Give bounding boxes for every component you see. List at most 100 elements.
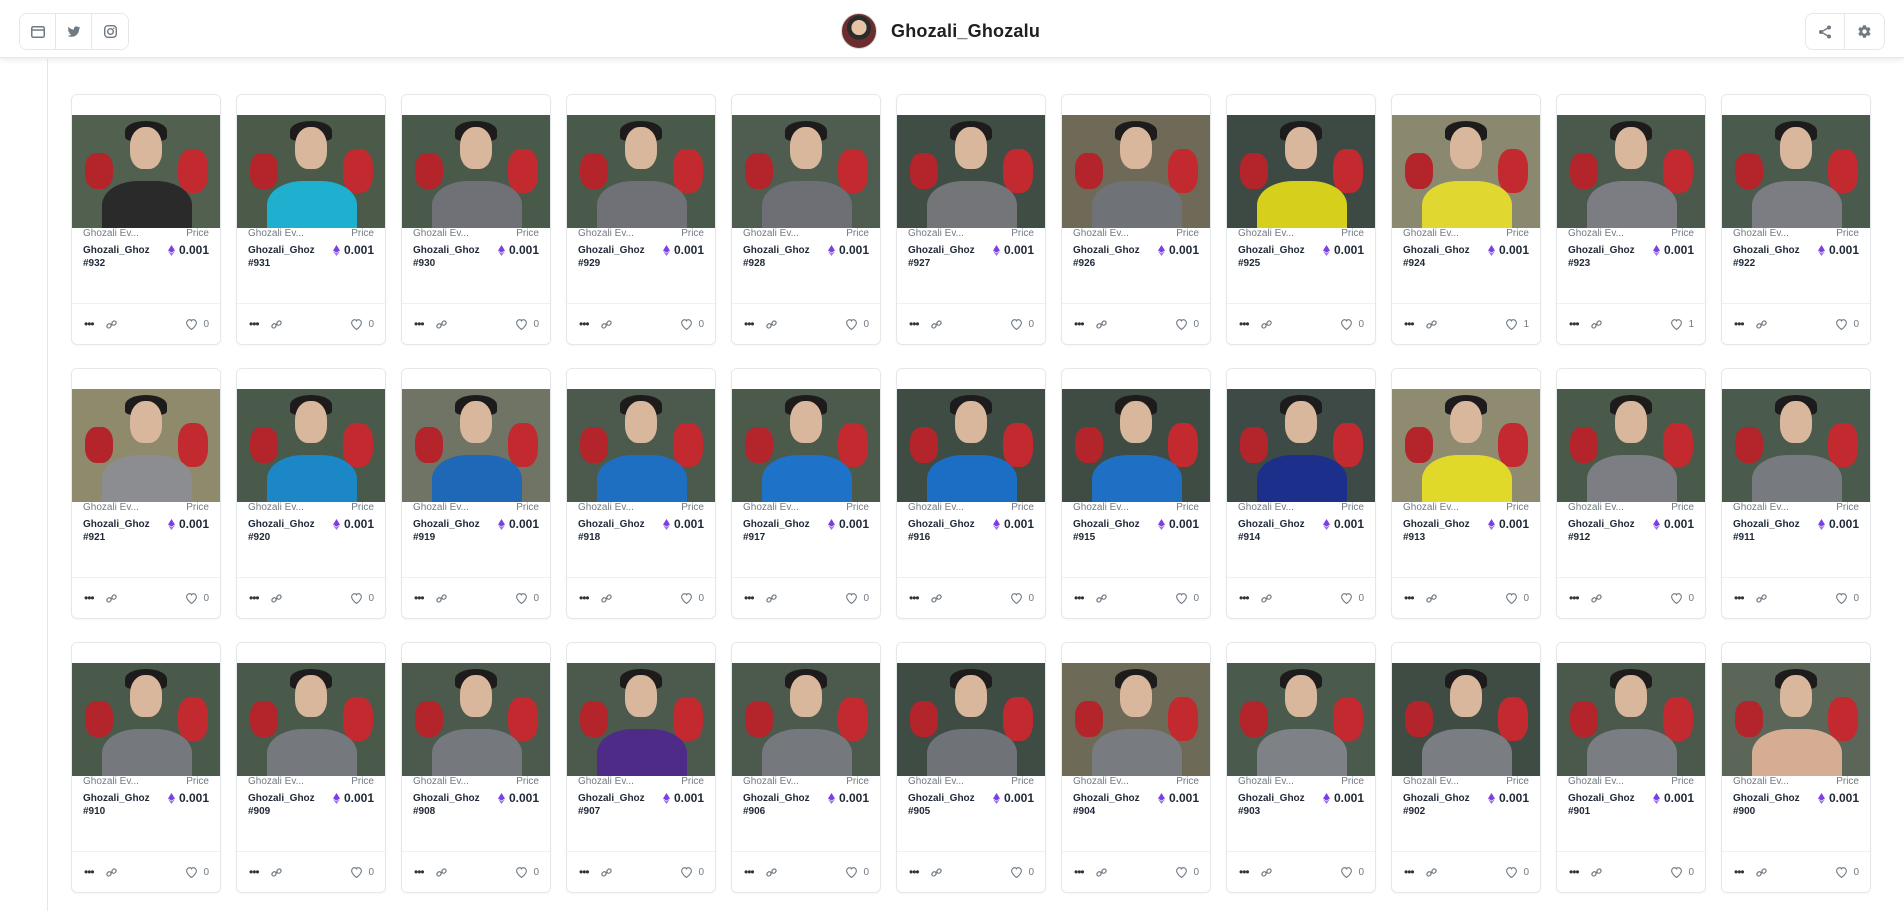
- creator-name[interactable]: Ghozali Ev...: [1073, 776, 1129, 790]
- nft-image[interactable]: [237, 115, 385, 228]
- more-options-icon[interactable]: •••: [1404, 865, 1415, 879]
- nft-image[interactable]: [1392, 389, 1540, 502]
- nft-image[interactable]: [567, 663, 715, 776]
- creator-name[interactable]: Ghozali Ev...: [908, 502, 964, 516]
- creator-name[interactable]: Ghozali Ev...: [1733, 228, 1789, 242]
- collection-name[interactable]: Ghozali_Ghoz: [413, 793, 485, 804]
- collection-name[interactable]: Ghozali_Ghoz: [743, 519, 815, 530]
- token-id[interactable]: #910: [83, 806, 209, 820]
- heart-icon[interactable]: [1835, 318, 1848, 330]
- creator-name[interactable]: Ghozali Ev...: [413, 776, 469, 790]
- token-id[interactable]: #931: [248, 258, 374, 272]
- twitter-icon[interactable]: [56, 14, 92, 49]
- nft-card[interactable]: Ghozali Ev... Price Ghozali_Ghoz 0.001 #…: [236, 94, 386, 345]
- more-options-icon[interactable]: •••: [1734, 591, 1745, 605]
- nft-card[interactable]: Ghozali Ev... Price Ghozali_Ghoz 0.001 #…: [1721, 94, 1871, 345]
- creator-name[interactable]: Ghozali Ev...: [578, 502, 634, 516]
- collection-name[interactable]: Ghozali_Ghoz: [83, 245, 155, 256]
- nft-image[interactable]: [402, 115, 550, 228]
- heart-icon[interactable]: [1010, 318, 1023, 330]
- more-options-icon[interactable]: •••: [1569, 317, 1580, 331]
- token-id[interactable]: #909: [248, 806, 374, 820]
- nft-image[interactable]: [732, 663, 880, 776]
- link-icon[interactable]: [1095, 319, 1107, 330]
- nft-image[interactable]: [1722, 389, 1870, 502]
- more-options-icon[interactable]: •••: [579, 865, 590, 879]
- link-icon[interactable]: [270, 867, 282, 878]
- creator-name[interactable]: Ghozali Ev...: [908, 776, 964, 790]
- creator-name[interactable]: Ghozali Ev...: [83, 776, 139, 790]
- token-id[interactable]: #904: [1073, 806, 1199, 820]
- more-options-icon[interactable]: •••: [249, 591, 260, 605]
- collection-name[interactable]: Ghozali_Ghoz: [578, 245, 650, 256]
- nft-image[interactable]: [72, 115, 220, 228]
- share-icon[interactable]: [1806, 14, 1845, 49]
- link-icon[interactable]: [1755, 867, 1767, 878]
- more-options-icon[interactable]: •••: [909, 865, 920, 879]
- nft-card[interactable]: Ghozali Ev... Price Ghozali_Ghoz 0.001 #…: [731, 94, 881, 345]
- nft-image[interactable]: [1557, 115, 1705, 228]
- link-icon[interactable]: [1425, 593, 1437, 604]
- link-icon[interactable]: [1755, 593, 1767, 604]
- link-icon[interactable]: [1590, 593, 1602, 604]
- creator-name[interactable]: Ghozali Ev...: [1733, 776, 1789, 790]
- creator-name[interactable]: Ghozali Ev...: [1403, 776, 1459, 790]
- more-options-icon[interactable]: •••: [84, 591, 95, 605]
- token-id[interactable]: #907: [578, 806, 704, 820]
- more-options-icon[interactable]: •••: [414, 591, 425, 605]
- link-icon[interactable]: [1590, 319, 1602, 330]
- link-icon[interactable]: [930, 867, 942, 878]
- link-icon[interactable]: [105, 593, 117, 604]
- heart-icon[interactable]: [350, 318, 363, 330]
- nft-card[interactable]: Ghozali Ev... Price Ghozali_Ghoz 0.001 #…: [401, 368, 551, 619]
- collection-name[interactable]: Ghozali_Ghoz: [908, 793, 980, 804]
- collection-name[interactable]: Ghozali_Ghoz: [578, 793, 650, 804]
- creator-name[interactable]: Ghozali Ev...: [248, 228, 304, 242]
- collection-name[interactable]: Ghozali_Ghoz: [83, 519, 155, 530]
- heart-icon[interactable]: [1175, 318, 1188, 330]
- more-options-icon[interactable]: •••: [744, 865, 755, 879]
- creator-name[interactable]: Ghozali Ev...: [413, 502, 469, 516]
- nft-card[interactable]: Ghozali Ev... Price Ghozali_Ghoz 0.001 #…: [1391, 368, 1541, 619]
- token-id[interactable]: #900: [1733, 806, 1859, 820]
- token-id[interactable]: #914: [1238, 532, 1364, 546]
- link-icon[interactable]: [600, 593, 612, 604]
- nft-image[interactable]: [1392, 663, 1540, 776]
- more-options-icon[interactable]: •••: [909, 317, 920, 331]
- creator-name[interactable]: Ghozali Ev...: [908, 228, 964, 242]
- token-id[interactable]: #929: [578, 258, 704, 272]
- token-id[interactable]: #902: [1403, 806, 1529, 820]
- token-id[interactable]: #913: [1403, 532, 1529, 546]
- heart-icon[interactable]: [1010, 866, 1023, 878]
- creator-name[interactable]: Ghozali Ev...: [1568, 776, 1624, 790]
- nft-card[interactable]: Ghozali Ev... Price Ghozali_Ghoz 0.001 #…: [566, 642, 716, 893]
- nft-image[interactable]: [1062, 663, 1210, 776]
- link-icon[interactable]: [1755, 319, 1767, 330]
- nft-card[interactable]: Ghozali Ev... Price Ghozali_Ghoz 0.001 #…: [1061, 368, 1211, 619]
- nft-image[interactable]: [402, 389, 550, 502]
- link-icon[interactable]: [930, 319, 942, 330]
- more-options-icon[interactable]: •••: [579, 591, 590, 605]
- nft-image[interactable]: [1557, 389, 1705, 502]
- nft-card[interactable]: Ghozali Ev... Price Ghozali_Ghoz 0.001 #…: [896, 94, 1046, 345]
- nft-image[interactable]: [237, 389, 385, 502]
- more-options-icon[interactable]: •••: [1734, 317, 1745, 331]
- heart-icon[interactable]: [1670, 592, 1683, 604]
- heart-icon[interactable]: [845, 866, 858, 878]
- creator-name[interactable]: Ghozali Ev...: [83, 228, 139, 242]
- nft-card[interactable]: Ghozali Ev... Price Ghozali_Ghoz 0.001 #…: [71, 368, 221, 619]
- collection-name[interactable]: Ghozali_Ghoz: [1403, 245, 1475, 256]
- token-id[interactable]: #916: [908, 532, 1034, 546]
- heart-icon[interactable]: [1670, 318, 1683, 330]
- link-icon[interactable]: [270, 319, 282, 330]
- token-id[interactable]: #920: [248, 532, 374, 546]
- heart-icon[interactable]: [185, 866, 198, 878]
- nft-image[interactable]: [732, 115, 880, 228]
- creator-name[interactable]: Ghozali Ev...: [743, 502, 799, 516]
- collection-name[interactable]: Ghozali_Ghoz: [1073, 793, 1145, 804]
- collection-name[interactable]: Ghozali_Ghoz: [1403, 793, 1475, 804]
- nft-card[interactable]: Ghozali Ev... Price Ghozali_Ghoz 0.001 #…: [1556, 94, 1706, 345]
- nft-image[interactable]: [1227, 115, 1375, 228]
- heart-icon[interactable]: [1340, 866, 1353, 878]
- nft-card[interactable]: Ghozali Ev... Price Ghozali_Ghoz 0.001 #…: [236, 642, 386, 893]
